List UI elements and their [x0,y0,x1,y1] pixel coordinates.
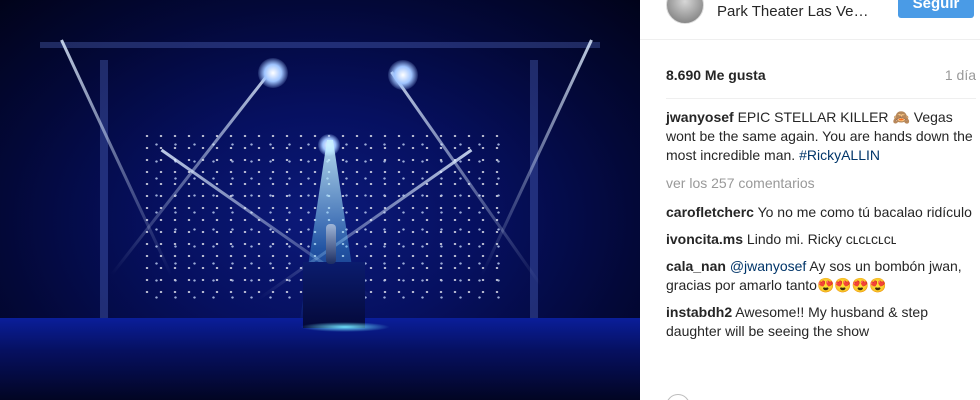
comment-item: ivoncita.ms Lindo mi. Ricky ᴄʟᴄʟᴄʟᴄʟ [666,230,976,249]
follow-button[interactable]: Seguir [898,0,974,18]
divider [666,98,976,99]
caption-line: EPIC STELLAR KILLER [737,109,889,125]
comment-mention[interactable]: @jwanyosef [730,258,806,274]
comment-username[interactable]: ivoncita.ms [666,231,743,247]
spotlight [258,58,288,88]
comment-username[interactable]: instabdh2 [666,304,732,320]
spotlight [388,60,418,90]
comment-username[interactable]: carofletcherc [666,204,754,220]
post-location[interactable]: Park Theater Las Ve… [717,3,868,20]
caption-hashtag[interactable]: #RickyALLIN [799,147,880,163]
post-sidebar: Park Theater Las Ve… Seguir 8.690 Me gus… [640,0,980,400]
profile-avatar[interactable] [666,0,704,24]
comment-text: Yo no me como tú bacalao ridículo [757,204,972,220]
stage-truss-left [100,60,108,320]
post-time[interactable]: 1 día [945,67,976,83]
stage-truss-top [40,42,600,48]
comments-list: jwanyosef EPIC STELLAR KILLER 🙈 Vegas wo… [666,108,976,349]
likes-row: 8.690 Me gusta 1 día [666,67,976,87]
platform-glow [300,322,390,332]
likes-count[interactable]: 8.690 Me gusta [666,67,766,83]
comment-emoji: 😍😍😍😍 [816,277,887,293]
performer-silhouette [326,224,336,264]
circle-icon[interactable] [666,394,690,400]
caption-username[interactable]: jwanyosef [666,109,734,125]
post-header: Park Theater Las Ve… Seguir [640,0,980,40]
stage-riser [303,262,365,328]
comment-username[interactable]: cala_nan [666,258,726,274]
caption-emoji: 🙈 [892,109,910,125]
comment-item: instabdh2 Awesome!! My husband & step da… [666,303,976,341]
post-photo[interactable] [0,0,640,400]
comment-item: carofletcherc Yo no me como tú bacalao r… [666,203,976,222]
comment-text: Lindo mi. Ricky ᴄʟᴄʟᴄʟᴄʟ [746,231,897,247]
comment-item: cala_nan @jwanyosef Ay sos un bombón jwa… [666,257,976,295]
view-all-comments-link[interactable]: ver los 257 comentarios [666,174,976,193]
post-caption: jwanyosef EPIC STELLAR KILLER 🙈 Vegas wo… [666,108,976,165]
